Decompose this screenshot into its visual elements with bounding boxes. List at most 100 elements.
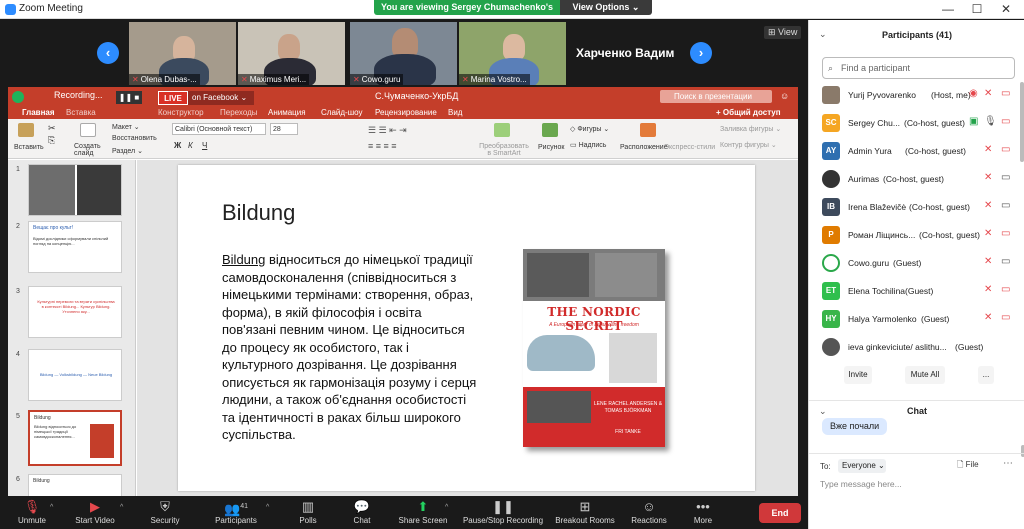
textbox-button[interactable]: ▭ Надпись: [570, 141, 606, 149]
close-button[interactable]: ✕: [996, 2, 1016, 16]
video-tile[interactable]: ✕ Marina Vostro...: [459, 22, 566, 85]
end-meeting-button[interactable]: End: [759, 503, 801, 523]
mute-all-button[interactable]: Mute All: [905, 366, 945, 384]
tab-slideshow[interactable]: Слайд-шоу: [321, 108, 362, 117]
participants-button[interactable]: 👥41 Participants: [208, 498, 264, 529]
video-options-caret[interactable]: ^: [120, 504, 123, 511]
participant-row[interactable]: SC Sergey Chu... (Co-host, guest) ▣ 🎙 ▭: [809, 110, 1019, 138]
next-videos-button[interactable]: ›: [690, 42, 712, 64]
video-off-icon[interactable]: ▭: [1001, 116, 1010, 127]
tab-view[interactable]: Вид: [448, 108, 462, 117]
view-options-button[interactable]: View Options ⌄: [560, 0, 652, 15]
font-name-select[interactable]: Calibri (Основной текст): [172, 123, 266, 135]
mic-muted-icon[interactable]: ✕: [984, 144, 992, 155]
underline-button[interactable]: Ч: [202, 141, 207, 150]
arrange-button[interactable]: Расположение: [620, 144, 668, 151]
tab-home[interactable]: Главная: [22, 108, 55, 117]
slide-thumbnail[interactable]: Bildung — Volksbildung — Neue Bildung: [28, 349, 122, 401]
video-icon[interactable]: ▭: [1001, 256, 1010, 267]
participant-row[interactable]: Cowo.guru (Guest) ✕ ▭: [809, 250, 1019, 278]
minimize-button[interactable]: —: [938, 2, 958, 16]
mic-muted-icon[interactable]: ✕: [984, 312, 992, 323]
mic-muted-icon[interactable]: ✕: [984, 172, 992, 183]
video-tile-name-large[interactable]: Харченко Вадим: [576, 46, 674, 60]
tab-design[interactable]: Конструктор: [158, 108, 204, 117]
video-tile[interactable]: ✕ Olena Dubas-...: [129, 22, 236, 85]
participant-row[interactable]: HY Halya Yarmolenko (Guest) ✕ ▭: [809, 306, 1019, 334]
mic-muted-icon[interactable]: ✕: [984, 88, 992, 99]
presentation-search-input[interactable]: Поиск в презентации: [660, 90, 772, 103]
participant-search-input[interactable]: ⌕ Find a participant: [822, 57, 1015, 79]
video-tile[interactable]: ✕ Cowo.guru: [350, 22, 457, 85]
current-slide[interactable]: Bildung Bildung відноситься до німецької…: [178, 165, 755, 491]
mic-muted-icon[interactable]: ✕: [984, 256, 992, 267]
participant-row[interactable]: AY Admin Yura (Co-host, guest) ✕ ▭: [809, 138, 1019, 166]
new-slide-button[interactable]: Создать слайд: [74, 143, 104, 157]
mic-muted-icon[interactable]: ✕: [984, 200, 992, 211]
maximize-button[interactable]: ☐: [967, 2, 987, 16]
video-icon[interactable]: ▭: [1001, 200, 1010, 211]
chat-button[interactable]: 💬 Chat: [344, 498, 380, 529]
paste-button[interactable]: Вставить: [14, 144, 44, 151]
view-layout-button[interactable]: ⊞ View: [764, 26, 802, 39]
share-access-button[interactable]: + Общий доступ: [716, 108, 781, 117]
invite-button[interactable]: Invite: [844, 366, 872, 384]
recipient-select[interactable]: Everyone ⌄: [838, 459, 886, 473]
shape-fill-button[interactable]: Заливка фигуры ⌄: [720, 125, 781, 133]
video-off-icon[interactable]: ▭: [1001, 284, 1010, 295]
live-target-dropdown[interactable]: on Facebook ⌄: [188, 91, 254, 105]
shapes-button[interactable]: ◇ Фигуры ⌄: [570, 125, 609, 133]
layout-button[interactable]: Макет ⌄: [112, 123, 140, 131]
express-styles-button[interactable]: Экспресс-стили: [664, 144, 715, 151]
user-icon[interactable]: ☺: [780, 91, 789, 101]
section-button[interactable]: Раздел ⌄: [112, 147, 143, 155]
participant-row[interactable]: ieva ginkeviciute/ aslithu... (Guest): [809, 334, 1019, 356]
participants-caret[interactable]: ^: [266, 504, 269, 511]
audio-options-caret[interactable]: ^: [50, 504, 53, 511]
participant-row[interactable]: P Роман Лiщинсь... (Co-host, guest) ✕ ▭: [809, 222, 1019, 250]
prev-videos-button[interactable]: ‹: [97, 42, 119, 64]
security-button[interactable]: ⛨ Security: [144, 498, 186, 529]
chat-message-input[interactable]: Type message here...: [820, 479, 902, 489]
polls-button[interactable]: ▥ Polls: [290, 498, 326, 529]
shape-outline-button[interactable]: Контур фигуры ⌄: [720, 141, 777, 149]
chat-more-icon[interactable]: ⋯: [1003, 458, 1013, 469]
start-video-button[interactable]: ▶ Start Video: [68, 498, 122, 529]
copy-icon[interactable]: ⎘: [48, 135, 55, 146]
video-tile[interactable]: ✕ Maximus Meri...: [238, 22, 345, 85]
participant-row[interactable]: Yurij Pyvovarenko (Host, me) ◉ ✕ ▭: [809, 82, 1019, 110]
slide-thumbnail[interactable]: Культурні перемоги та втрати суспільства…: [28, 286, 122, 338]
video-off-icon[interactable]: ▭: [1001, 144, 1010, 155]
share-options-caret[interactable]: ^: [445, 504, 448, 511]
breakout-rooms-button[interactable]: ⊞ Breakout Rooms: [552, 498, 618, 529]
slide-body-text[interactable]: Bildung відноситься до німецької традиці…: [222, 251, 477, 444]
more-button[interactable]: ••• More: [686, 498, 720, 529]
picture-button[interactable]: Рисунок: [538, 144, 564, 151]
book-cover-image[interactable]: THE NORDIC SECRET A European story of be…: [523, 249, 665, 447]
file-button[interactable]: 🗋 File: [957, 459, 979, 473]
video-off-icon[interactable]: ▭: [1001, 228, 1010, 239]
unmute-button[interactable]: 🎙 Unmute: [10, 498, 54, 529]
video-off-icon[interactable]: ▭: [1001, 88, 1010, 99]
slide-thumbnail[interactable]: [28, 164, 122, 216]
bullets-icon[interactable]: ☰ ☰ ⇤ ⇥: [368, 125, 407, 136]
font-size-select[interactable]: 28: [270, 123, 298, 135]
tab-review[interactable]: Рецензирование: [375, 108, 437, 117]
participant-row[interactable]: IB Irena Blaževičė (Co-host, guest) ✕ ▭: [809, 194, 1019, 222]
participant-row[interactable]: Aurimas (Co-host, guest) ✕ ▭: [809, 166, 1019, 194]
slide-thumbnail[interactable]: Bildung: [28, 474, 122, 496]
participants-more-button[interactable]: ...: [978, 366, 994, 384]
tab-transitions[interactable]: Переходы: [220, 108, 258, 117]
mic-icon[interactable]: 🎙: [984, 116, 997, 127]
participants-scrollbar[interactable]: [1020, 82, 1024, 162]
video-icon[interactable]: ▭: [1001, 172, 1010, 183]
reactions-button[interactable]: ☺ Reactions: [628, 498, 670, 529]
italic-button[interactable]: К: [188, 141, 193, 150]
slide-title[interactable]: Bildung: [222, 200, 295, 226]
slide-thumbnail[interactable]: Вещає про культ! Відомі дослідники сформ…: [28, 221, 122, 273]
recording-controls[interactable]: ❚❚ ■: [116, 91, 142, 104]
participant-row[interactable]: ET Elena Tochilina (Guest) ✕ ▭: [809, 278, 1019, 306]
align-icon[interactable]: ≡ ≡ ≡ ≡: [368, 141, 397, 151]
pause-stop-recording-button[interactable]: ❚❚ Pause/Stop Recording: [460, 498, 546, 529]
mic-muted-icon[interactable]: ✕: [984, 284, 992, 295]
